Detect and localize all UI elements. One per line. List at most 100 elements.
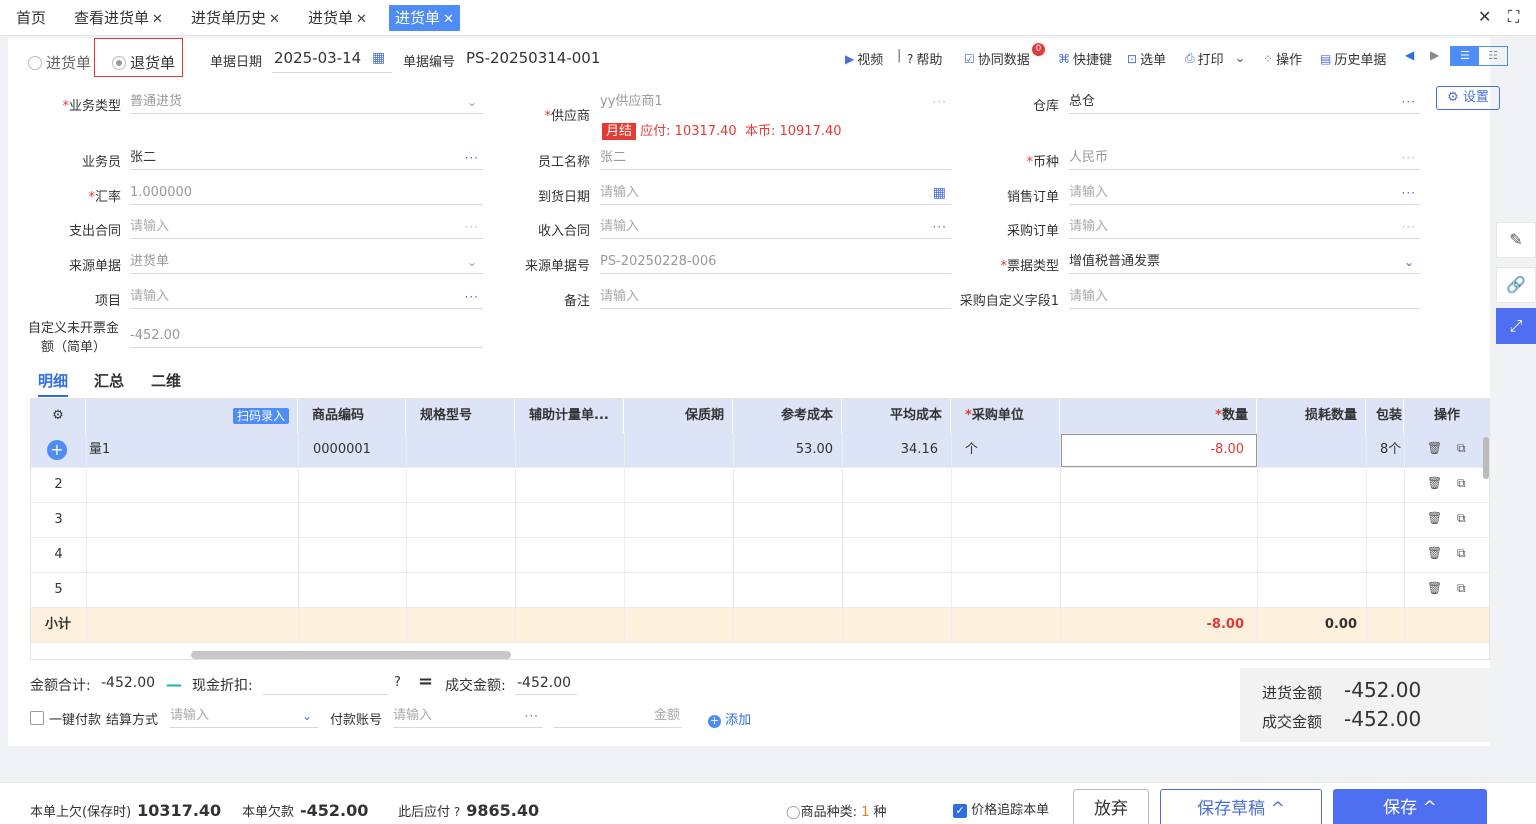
employee-field[interactable]: 张二 bbox=[600, 148, 951, 170]
save-draft-button[interactable]: 保存草稿 ^ bbox=[1160, 789, 1322, 824]
add-row-icon[interactable]: + bbox=[47, 440, 67, 460]
col-ops: 操作 bbox=[1404, 399, 1489, 433]
biz-type-select[interactable]: 普通进货 ⌄ bbox=[130, 92, 483, 114]
arrival-date-field[interactable]: 请输入 ▦ bbox=[600, 183, 951, 205]
supplier-field[interactable]: yy供应商1 ··· bbox=[600, 92, 951, 114]
more-icon[interactable]: ··· bbox=[933, 217, 947, 237]
select-doc-button[interactable]: ⊡ 选单 bbox=[1127, 49, 1166, 69]
more-icon[interactable]: ··· bbox=[1402, 92, 1416, 112]
uninvoiced-field[interactable]: -452.00 bbox=[130, 326, 483, 348]
discard-button[interactable]: 放弃 bbox=[1073, 789, 1149, 824]
radio-return[interactable]: 退货单 bbox=[112, 52, 175, 73]
tab-purchase-active[interactable]: 进货单 ✕ bbox=[389, 5, 460, 31]
more-icon[interactable]: ··· bbox=[933, 92, 947, 112]
horizontal-scrollbar[interactable] bbox=[191, 651, 511, 659]
next-arrow-icon[interactable]: ▶ bbox=[1430, 48, 1439, 62]
subtab-detail[interactable]: 明细 bbox=[38, 370, 69, 397]
pay-amount-field[interactable]: 金额 bbox=[554, 706, 682, 728]
side-link-icon[interactable]: 🔗 bbox=[1496, 267, 1536, 303]
close-icon[interactable]: ✕ bbox=[152, 12, 163, 27]
close-icon[interactable]: ✕ bbox=[356, 12, 367, 27]
copy-icon[interactable]: ⧉ bbox=[1457, 581, 1466, 596]
sync-data-button[interactable]: ☑ 协同数据 0 bbox=[964, 43, 1045, 68]
discount-input[interactable] bbox=[262, 694, 388, 695]
col-code: 商品编码 bbox=[298, 399, 406, 433]
more-icon[interactable]: ··· bbox=[465, 217, 479, 237]
table-row[interactable]: 2 bbox=[31, 468, 1489, 503]
table-row[interactable]: 5 bbox=[31, 573, 1489, 608]
calendar-icon[interactable]: ▦ bbox=[933, 183, 947, 203]
copy-icon[interactable]: ⧉ bbox=[1457, 511, 1466, 526]
source-doc-select[interactable]: 进货单 ⌄ bbox=[130, 252, 483, 274]
onekey-pay-checkbox[interactable] bbox=[30, 710, 44, 725]
more-icon[interactable]: ··· bbox=[1402, 217, 1416, 237]
close-icon[interactable]: ✕ bbox=[443, 12, 454, 27]
video-button[interactable]: ▶ 视频 bbox=[845, 49, 883, 69]
grid-settings-icon[interactable]: ⚙ bbox=[31, 399, 86, 433]
invoice-type-select[interactable]: 增值税普通发票 ⌄ bbox=[1069, 252, 1420, 274]
grid-line bbox=[406, 433, 407, 643]
chevron-down-icon[interactable]: ⌄ bbox=[1235, 51, 1246, 66]
price-trace-checkbox[interactable]: ✓ 价格追踪本单 bbox=[953, 799, 1049, 818]
tab-purchase-history[interactable]: 进货单历史 ✕ bbox=[191, 5, 280, 31]
chevron-down-icon: ⌄ bbox=[466, 95, 477, 109]
copy-icon[interactable]: ⧉ bbox=[1457, 546, 1466, 561]
delete-icon[interactable]: 🗑 bbox=[1427, 581, 1442, 595]
settle-method-select[interactable]: 请输入 ⌄ bbox=[170, 706, 318, 728]
sales-order-field[interactable]: 请输入 ··· bbox=[1069, 183, 1420, 205]
expense-contract-field[interactable]: 请输入 ··· bbox=[130, 217, 483, 239]
calendar-icon[interactable]: ▦ bbox=[372, 50, 385, 66]
date-value[interactable]: 2025-03-14 bbox=[274, 49, 361, 67]
delete-icon[interactable]: 🗑 bbox=[1427, 476, 1442, 490]
tab-purchase[interactable]: 进货单 ✕ bbox=[308, 5, 367, 31]
remark-field[interactable]: 请输入 bbox=[600, 287, 951, 309]
more-icon[interactable]: ··· bbox=[465, 148, 479, 168]
radio-purchase[interactable]: 进货单 bbox=[28, 52, 91, 73]
custom1-field[interactable]: 请输入 bbox=[1069, 287, 1420, 309]
window-expand-icon[interactable]: ⛶ bbox=[1508, 7, 1519, 27]
more-icon[interactable]: ··· bbox=[525, 706, 539, 726]
save-button[interactable]: 保存 ^ bbox=[1333, 789, 1487, 824]
table-row[interactable]: 3 bbox=[31, 503, 1489, 538]
settings-button[interactable]: ⚙ 设置 bbox=[1436, 86, 1500, 110]
help-button[interactable]: ? 帮助 bbox=[907, 49, 942, 69]
close-icon[interactable]: ✕ bbox=[269, 12, 280, 27]
scan-entry-button[interactable]: 扫码录入 bbox=[86, 399, 298, 433]
vertical-scrollbar[interactable] bbox=[1483, 437, 1489, 479]
pay-account-field[interactable]: 请输入 ··· bbox=[393, 706, 543, 728]
more-icon[interactable]: ··· bbox=[465, 287, 479, 307]
delete-icon[interactable]: 🗑 bbox=[1427, 441, 1442, 455]
operations-button[interactable]: ⁘ 操作 bbox=[1263, 49, 1302, 69]
table-row[interactable]: 4 bbox=[31, 538, 1489, 573]
purchase-order-field[interactable]: 请输入 ··· bbox=[1069, 217, 1420, 239]
copy-icon[interactable]: ⧉ bbox=[1457, 441, 1466, 456]
more-icon[interactable]: ··· bbox=[1402, 183, 1416, 203]
delete-icon[interactable]: 🗑 bbox=[1427, 511, 1442, 525]
add-payment-button[interactable]: + 添加 bbox=[708, 709, 751, 728]
card-view-icon[interactable]: ☷ bbox=[1479, 47, 1507, 65]
more-icon[interactable]: ··· bbox=[1402, 148, 1416, 168]
income-contract-field[interactable]: 请输入 ··· bbox=[600, 217, 951, 239]
table-row[interactable]: + 量1 0000001 53.00 34.16 个 -8.00 8个 bbox=[31, 433, 1489, 468]
delete-icon[interactable]: 🗑 bbox=[1427, 546, 1442, 560]
subtab-2d[interactable]: 二维 bbox=[151, 370, 181, 391]
tab-home[interactable]: 首页 bbox=[16, 5, 46, 31]
view-toggle[interactable]: ☰ ☷ bbox=[1450, 46, 1508, 66]
shortcut-button[interactable]: ⌘ 快捷键 bbox=[1058, 49, 1112, 69]
rate-field[interactable]: 1.000000 bbox=[130, 183, 483, 205]
tab-view-purchase[interactable]: 查看进货单 ✕ bbox=[74, 5, 163, 31]
side-note-icon[interactable]: ✎ bbox=[1496, 222, 1536, 258]
print-button[interactable]: ⎙ 打印 ⌄ bbox=[1185, 49, 1246, 68]
list-view-icon[interactable]: ☰ bbox=[1451, 47, 1479, 65]
prev-arrow-icon[interactable]: ◀ bbox=[1405, 48, 1414, 62]
side-expand-icon[interactable]: ⤢ bbox=[1496, 308, 1536, 344]
copy-icon[interactable]: ⧉ bbox=[1457, 476, 1466, 491]
salesman-field[interactable]: 张二 ··· bbox=[130, 148, 483, 170]
warehouse-field[interactable]: 总仓 ··· bbox=[1069, 92, 1420, 114]
project-field[interactable]: 请输入 ··· bbox=[130, 287, 483, 309]
currency-field[interactable]: 人民币 ··· bbox=[1069, 148, 1420, 170]
history-button[interactable]: ▤ 历史单据 bbox=[1320, 49, 1386, 69]
help-icon[interactable]: ? bbox=[394, 675, 401, 690]
window-close-icon[interactable]: ✕ bbox=[1478, 7, 1491, 26]
subtab-summary[interactable]: 汇总 bbox=[94, 370, 124, 391]
